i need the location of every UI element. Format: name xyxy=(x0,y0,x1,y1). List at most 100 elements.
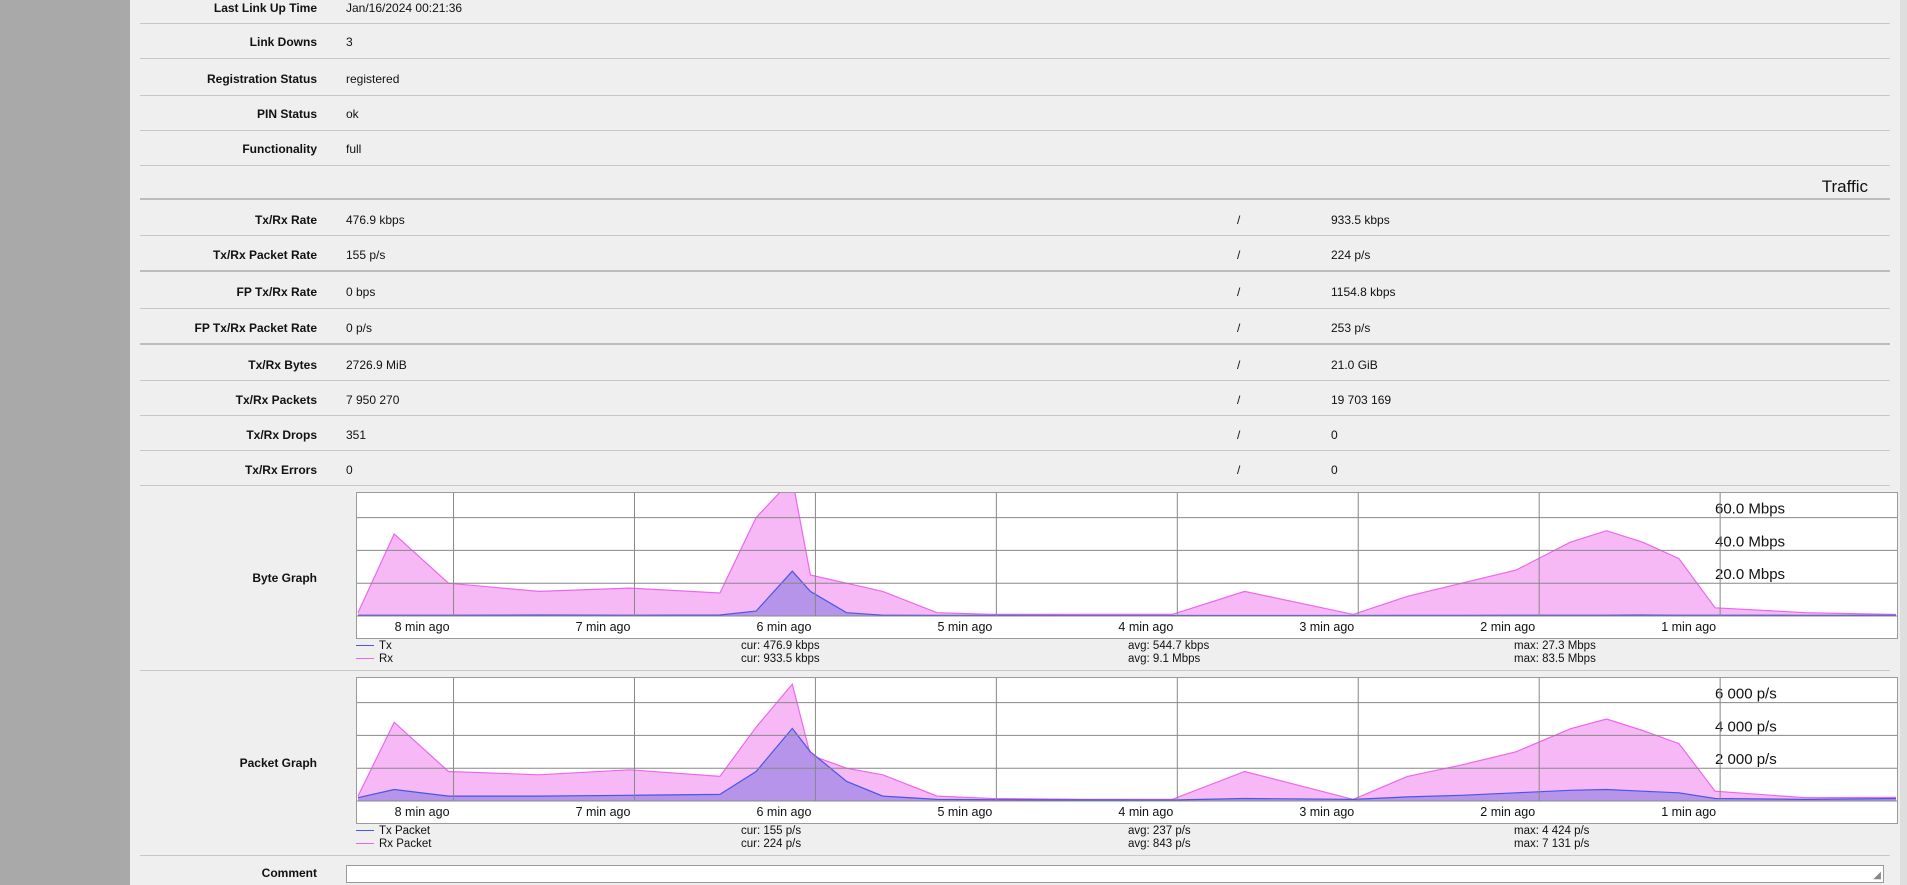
traffic-row-tx: 155 p/s xyxy=(346,248,386,262)
x-tick-label: 6 min ago xyxy=(757,805,812,819)
legend-avg: avg: 843 p/s xyxy=(1128,838,1191,850)
traffic-row: Tx/Rx Drops 351 / 0 xyxy=(140,416,1890,451)
traffic-row-label: Tx/Rx Drops xyxy=(246,428,317,442)
legend-avg: avg: 237 p/s xyxy=(1128,825,1191,837)
link-downs-label: Link Downs xyxy=(249,35,317,49)
traffic-row: Tx/Rx Errors 0 / 0 xyxy=(140,451,1890,486)
traffic-row-label: FP Tx/Rx Rate xyxy=(236,285,317,299)
functionality-label: Functionality xyxy=(242,142,317,156)
traffic-row-separator: / xyxy=(1237,285,1241,299)
tx-legend-swatch xyxy=(356,645,374,647)
byte-graph-svg: 60.0 Mbps 40.0 Mbps 20.0 Mbps 8 min ago 7 mi… xyxy=(357,493,1897,634)
traffic-section-header: Traffic xyxy=(140,166,1890,200)
traffic-row-tx: 7 950 270 xyxy=(346,393,400,407)
legend-series-name: Rx xyxy=(379,653,394,665)
link-downs-value: 3 xyxy=(346,35,353,49)
x-tick-label: 3 min ago xyxy=(1299,805,1354,819)
tx-packet-legend-swatch xyxy=(356,830,374,832)
traffic-row-tx: 351 xyxy=(346,428,367,442)
traffic-row-tx: 0 p/s xyxy=(346,321,373,335)
byte-graph-label: Byte Graph xyxy=(252,571,317,585)
traffic-row-rx: 0 xyxy=(1331,428,1338,442)
comment-textarea[interactable]: ◢ xyxy=(346,865,1884,883)
functionality-row: Functionality full xyxy=(140,131,1890,166)
traffic-row-label: FP Tx/Rx Packet Rate xyxy=(194,321,317,335)
functionality-value: full xyxy=(346,142,362,156)
packet-graph-legend-rx: Rx Packet xyxy=(356,838,431,850)
packet-graph-chart: 6 000 p/s 4 000 p/s 2 000 p/s 8 min ago 7 mi… xyxy=(356,677,1898,824)
traffic-row-separator: / xyxy=(1237,321,1241,335)
traffic-row-rx: 933.5 kbps xyxy=(1331,213,1390,227)
traffic-row: Tx/Rx Packets 7 950 270 / 19 703 169 xyxy=(140,381,1890,416)
x-tick-label: 4 min ago xyxy=(1118,805,1173,819)
traffic-row-label: Tx/Rx Errors xyxy=(244,463,317,477)
legend-max: max: 27.3 Mbps xyxy=(1514,640,1596,652)
traffic-row-tx: 476.9 kbps xyxy=(346,213,405,227)
byte-graph-legend-tx: Tx xyxy=(356,640,392,652)
link-downs-row: Link Downs 3 xyxy=(140,24,1890,59)
legend-max: max: 4 424 p/s xyxy=(1514,825,1590,837)
legend-max: max: 7 131 p/s xyxy=(1514,838,1590,850)
traffic-row-separator: / xyxy=(1237,358,1241,372)
x-tick-label: 1 min ago xyxy=(1661,620,1716,634)
traffic-row-rx: 1154.8 kbps xyxy=(1331,285,1396,299)
last-link-up-time-value: Jan/16/2024 00:21:36 xyxy=(346,1,463,15)
traffic-row-label: Tx/Rx Rate xyxy=(254,213,317,227)
legend-cur: cur: 224 p/s xyxy=(741,838,802,850)
traffic-row-label: Tx/Rx Bytes xyxy=(248,358,317,372)
traffic-row-separator: / xyxy=(1237,463,1241,477)
registration-status-value: registered xyxy=(346,72,400,86)
x-tick-label: 6 min ago xyxy=(757,620,812,634)
traffic-row-separator: / xyxy=(1237,248,1241,262)
traffic-row-rx: 253 p/s xyxy=(1331,321,1371,335)
last-link-up-time-label: Last Link Up Time xyxy=(213,1,317,15)
x-tick-label: 8 min ago xyxy=(395,805,450,819)
packet-graph-label: Packet Graph xyxy=(239,756,317,770)
traffic-row-label: Tx/Rx Packets xyxy=(235,393,317,407)
y-tick-label: 20.0 Mbps xyxy=(1715,566,1785,583)
packet-graph-legend-tx: Tx Packet xyxy=(356,825,430,837)
x-tick-label: 3 min ago xyxy=(1299,620,1354,634)
x-tick-label: 8 min ago xyxy=(395,620,450,634)
traffic-row-rx: 0 xyxy=(1331,463,1338,477)
legend-series-name: Tx xyxy=(379,640,392,652)
traffic-heading: Traffic xyxy=(1821,177,1868,196)
y-tick-label: 40.0 Mbps xyxy=(1715,533,1785,550)
traffic-row: Tx/Rx Packet Rate 155 p/s / 224 p/s xyxy=(140,236,1890,272)
interface-status-panel: Last Link Up Time Jan/16/2024 00:21:36 L… xyxy=(130,0,1907,885)
legend-max: max: 83.5 Mbps xyxy=(1514,653,1596,665)
traffic-row: FP Tx/Rx Rate 0 bps / 1154.8 kbps xyxy=(140,273,1890,309)
x-tick-label: 2 min ago xyxy=(1480,805,1535,819)
legend-cur: cur: 933.5 kbps xyxy=(741,653,820,665)
rx-area xyxy=(358,684,1896,801)
legend-avg: avg: 9.1 Mbps xyxy=(1128,653,1201,665)
pin-status-label: PIN Status xyxy=(256,107,317,121)
byte-graph-chart: 60.0 Mbps 40.0 Mbps 20.0 Mbps 8 min ago 7 mi… xyxy=(356,492,1898,639)
y-tick-label: 4 000 p/s xyxy=(1715,718,1777,735)
x-tick-label: 4 min ago xyxy=(1118,620,1173,634)
rx-area xyxy=(358,493,1896,616)
x-tick-label: 7 min ago xyxy=(576,805,631,819)
byte-graph-row: Byte Graph 60.0 Mbps 40.0 Mbps 20.0 Mbps 8 … xyxy=(140,486,1898,671)
traffic-row-tx: 2726.9 MiB xyxy=(346,358,407,372)
traffic-row-separator: / xyxy=(1237,393,1241,407)
traffic-row-rx: 224 p/s xyxy=(1331,248,1371,262)
y-tick-label: 60.0 Mbps xyxy=(1715,501,1785,518)
traffic-row-separator: / xyxy=(1237,213,1241,227)
packet-graph-row: Packet Graph 6 000 p/s 4 000 p/s 2 000 p/s… xyxy=(140,671,1898,856)
traffic-row-label: Tx/Rx Packet Rate xyxy=(212,248,317,262)
x-tick-label: 1 min ago xyxy=(1661,805,1716,819)
byte-graph-legend-rx: Rx xyxy=(356,653,393,665)
legend-avg: avg: 544.7 kbps xyxy=(1128,640,1210,652)
y-tick-label: 2 000 p/s xyxy=(1715,751,1777,768)
legend-cur: cur: 155 p/s xyxy=(741,825,802,837)
resize-grip-icon[interactable]: ◢ xyxy=(1873,870,1881,881)
traffic-row-rx: 21.0 GiB xyxy=(1331,358,1378,372)
x-tick-label: 5 min ago xyxy=(937,805,992,819)
traffic-row: Tx/Rx Bytes 2726.9 MiB / 21.0 GiB xyxy=(140,346,1890,381)
rx-packet-legend-swatch xyxy=(356,843,374,845)
registration-status-row: Registration Status registered xyxy=(140,60,1890,96)
legend-series-name: Rx Packet xyxy=(379,838,432,850)
traffic-row: FP Tx/Rx Packet Rate 0 p/s / 253 p/s xyxy=(140,309,1890,345)
legend-series-name: Tx Packet xyxy=(379,825,431,837)
